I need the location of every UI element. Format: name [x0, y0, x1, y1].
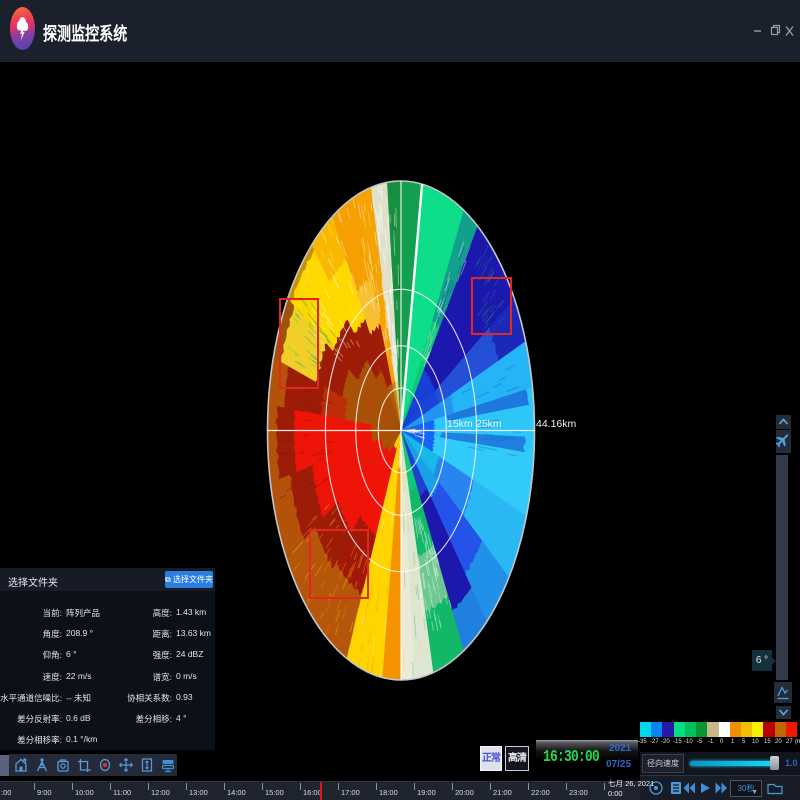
svg-text:15km: 15km: [447, 418, 473, 430]
svg-text:44.16km: 44.16km: [536, 418, 577, 430]
svg-text:25km: 25km: [476, 418, 502, 430]
